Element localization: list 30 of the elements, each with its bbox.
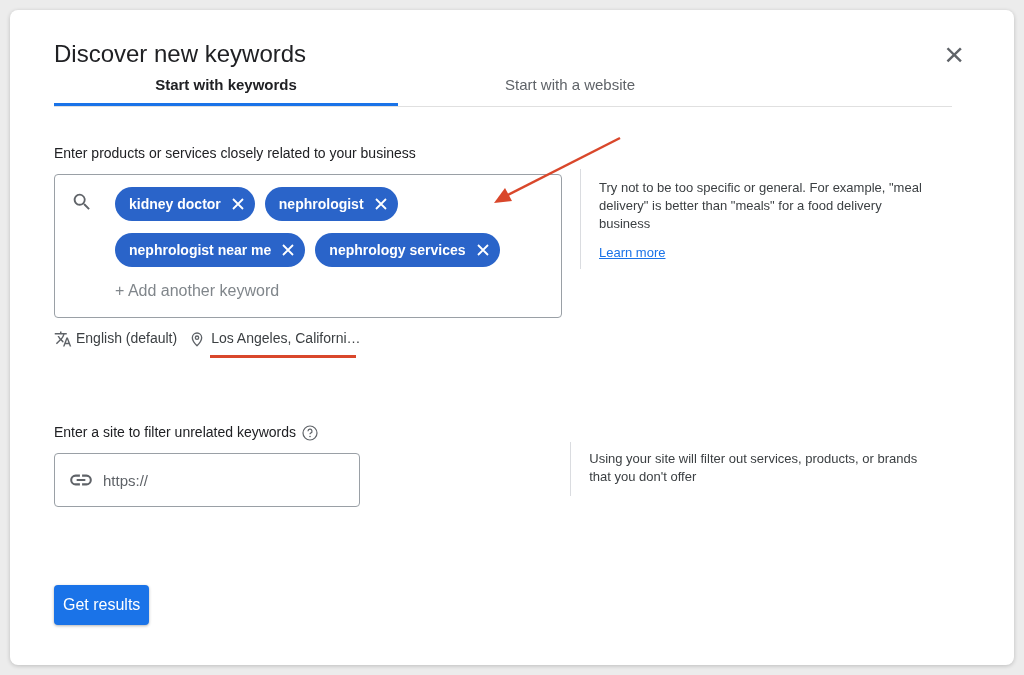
close-button[interactable]: × <box>944 40 964 68</box>
keyword-chip[interactable]: nephrology services <box>315 233 500 267</box>
chip-label: nephrologist <box>278 194 364 214</box>
section-label: Enter products or services closely related to your business <box>54 144 417 163</box>
keyword-input[interactable]: + Add another keyword <box>115 279 415 303</box>
close-icon[interactable] <box>230 197 245 211</box>
section-label: Enter a site to filter unrelated keywords <box>54 423 296 442</box>
get-results-button[interactable]: Get results <box>54 585 150 625</box>
site-input-field[interactable]: https:// <box>54 453 360 507</box>
keyword-chip[interactable]: kidney doctor <box>115 187 255 221</box>
keyword-input-box[interactable]: kidney doctor nephrologist nephrologist near me nephrology services + Add another keyword <box>54 174 562 318</box>
help-icon[interactable] <box>302 424 318 441</box>
keyword-chip[interactable]: nephrologist near me <box>115 233 306 267</box>
chip-label: kidney doctor <box>129 194 221 214</box>
close-icon[interactable] <box>475 243 490 257</box>
tab[interactable]: Start with a website <box>398 74 742 106</box>
chip-label: nephrology services <box>329 240 466 260</box>
search-icon <box>71 191 93 213</box>
tab[interactable]: Start with keywords <box>54 74 398 106</box>
close-icon[interactable] <box>373 197 388 211</box>
close-icon[interactable] <box>281 243 296 257</box>
language-setting[interactable]: English (default) <box>76 328 178 349</box>
translate-icon <box>54 329 72 348</box>
hint-text: Using your site will filter out services, products, or brands that you don't offer <box>589 450 919 486</box>
location-setting[interactable]: Los Angeles, Californi… <box>211 328 361 349</box>
chip-label: nephrologist near me <box>129 240 272 260</box>
dialog-title: Discover new keywords <box>54 39 307 69</box>
hint-text: Try not to be too specific or general. For example, "meal delivery" is better than "meals" for a food delivery business <box>599 179 923 233</box>
keyword-chip[interactable]: nephrologist <box>264 187 398 221</box>
learn-more-link[interactable]: Learn more <box>599 243 666 263</box>
